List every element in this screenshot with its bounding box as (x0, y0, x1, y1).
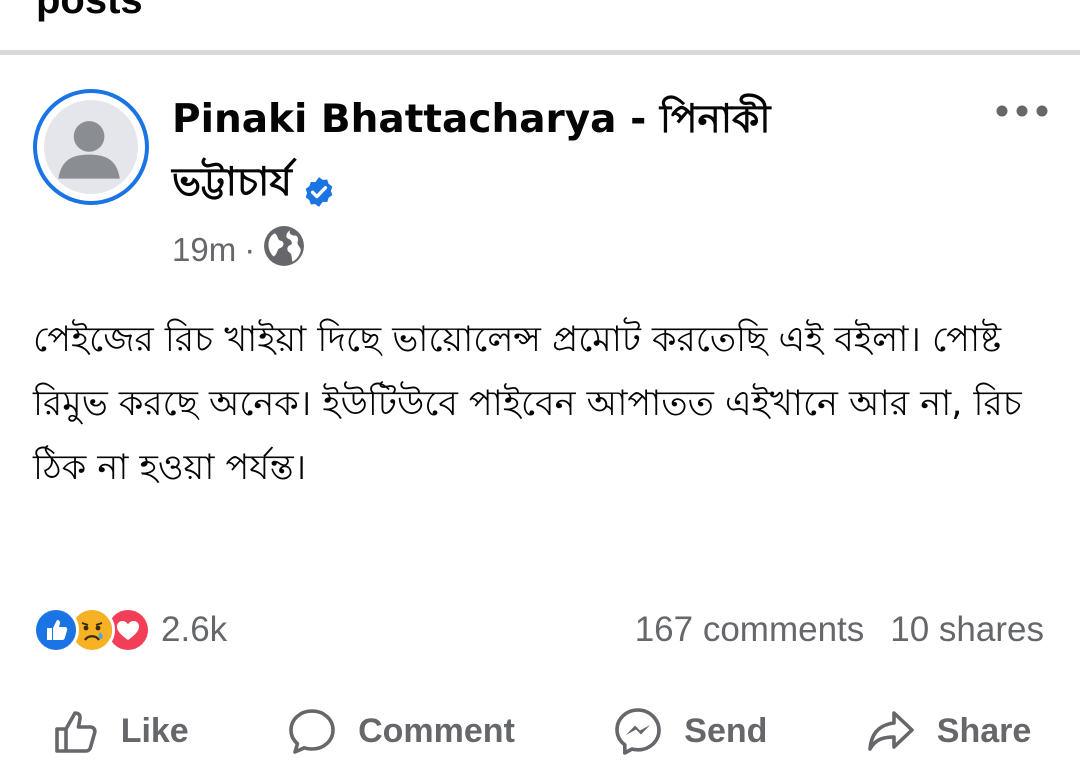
more-options-icon[interactable] (994, 96, 1050, 126)
default-avatar-icon (42, 98, 140, 196)
author-name-text[interactable]: Pinaki Bhattacharya - পিনাকী ভট্টাচার্য (172, 97, 771, 205)
post-meta: 19m · (172, 225, 305, 275)
section-title: posts (36, 0, 143, 22)
comment-button[interactable]: Comment (286, 705, 515, 757)
send-label: Send (684, 711, 768, 750)
post-stats: 167 comments 10 shares (635, 610, 1044, 650)
verified-badge-icon (302, 165, 336, 207)
author-avatar[interactable] (33, 89, 149, 205)
comments-count[interactable]: 167 comments (635, 610, 865, 650)
send-button[interactable]: Send (612, 705, 767, 757)
like-reaction-icon (33, 607, 79, 653)
author-name[interactable]: Pinaki Bhattacharya - পিনাকী ভট্টাচার্য (172, 88, 872, 214)
shares-count[interactable]: 10 shares (890, 610, 1044, 650)
messenger-icon (612, 705, 664, 757)
post-time[interactable]: 19m (172, 231, 236, 269)
globe-icon (263, 225, 305, 275)
share-arrow-icon (865, 705, 917, 757)
share-button[interactable]: Share (865, 705, 1032, 757)
reactions-summary[interactable]: 2.6k (33, 607, 227, 653)
like-label: Like (120, 711, 189, 750)
comment-label: Comment (358, 711, 515, 750)
reactions-count[interactable]: 2.6k (161, 610, 227, 650)
meta-separator: · (244, 231, 256, 268)
post-text: পেইজের রিচ খাইয়া দিছে ভায়োলেন্স প্রমোট… (33, 320, 1022, 488)
share-label: Share (936, 711, 1032, 750)
post-actions: Like Comment Send Share (0, 705, 1080, 765)
comment-bubble-icon (286, 705, 338, 757)
section-divider (0, 50, 1080, 55)
thumbs-up-icon (49, 705, 101, 757)
like-button[interactable]: Like (49, 705, 189, 757)
